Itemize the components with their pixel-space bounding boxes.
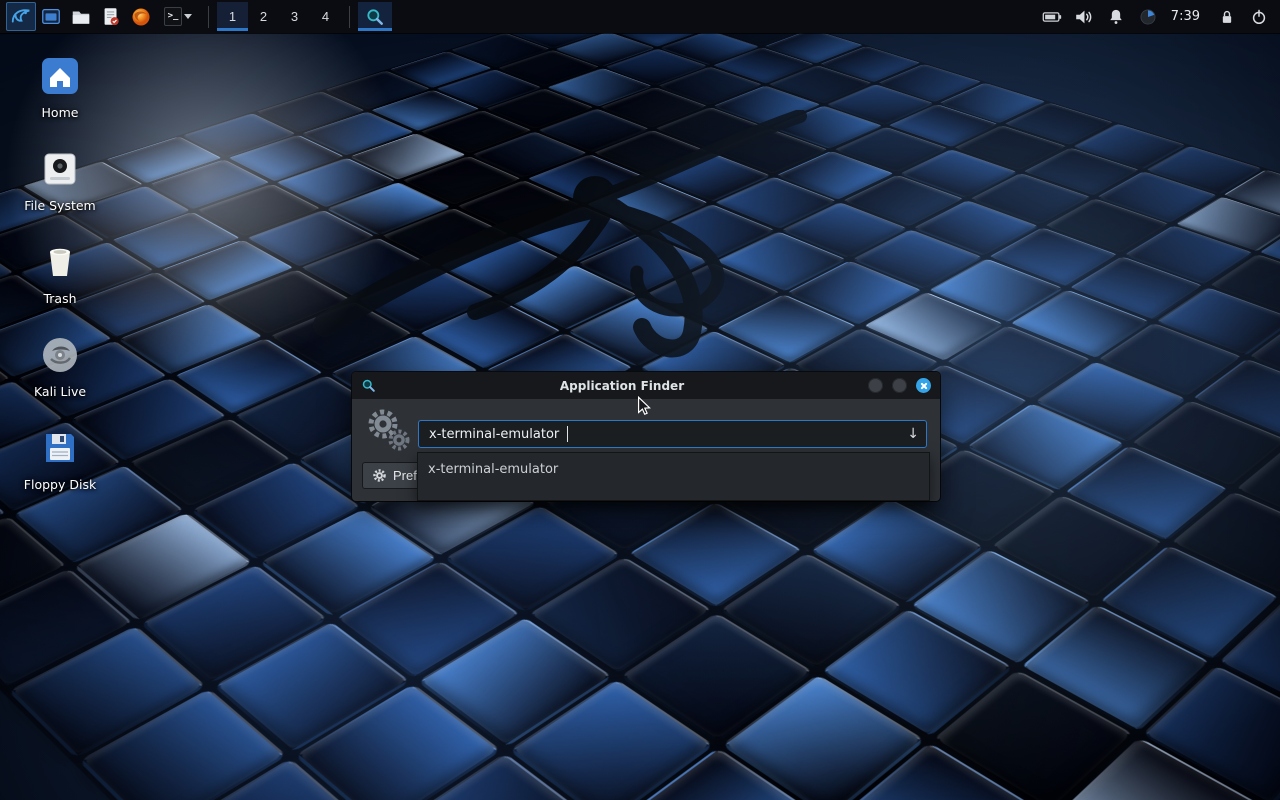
window-title: Application Finder	[382, 379, 862, 393]
window-launcher[interactable]	[36, 2, 66, 31]
chevron-down-icon	[184, 14, 192, 19]
firefox-icon	[130, 6, 152, 28]
power-icon	[1249, 7, 1269, 27]
desktop-icon-file-system[interactable]: File System	[10, 147, 110, 213]
dropdown-arrow-icon[interactable]: ↓	[907, 426, 919, 442]
battery-indicator[interactable]	[1037, 2, 1067, 31]
status-tray-icon[interactable]	[1133, 2, 1163, 31]
home-icon	[38, 54, 82, 98]
drive-icon	[38, 147, 82, 191]
desktop-icon-label: Trash	[43, 291, 76, 306]
firefox-launcher[interactable]	[126, 2, 156, 31]
kali-logo-icon	[10, 6, 32, 28]
desktop-icon-label: Kali Live	[34, 384, 86, 399]
close-button[interactable]	[916, 378, 931, 393]
battery-icon	[1041, 6, 1063, 28]
panel-separator	[208, 6, 209, 28]
notifications-indicator[interactable]	[1101, 2, 1131, 31]
mouse-cursor	[634, 395, 656, 417]
desktop-icon-label: Home	[42, 105, 79, 120]
clock[interactable]: 7:39	[1165, 9, 1210, 24]
workspace-1[interactable]: 1	[217, 2, 248, 31]
desktop-icon-label: File System	[24, 198, 96, 213]
kali-menu-button[interactable]	[6, 2, 36, 31]
volume-control[interactable]	[1069, 2, 1099, 31]
disc-icon	[38, 333, 82, 377]
workspace-2[interactable]: 2	[248, 2, 279, 31]
desktop-icon-label: Floppy Disk	[24, 477, 96, 492]
logout-button[interactable]	[1244, 2, 1274, 31]
taskbar-application-finder[interactable]	[358, 2, 392, 31]
panel-separator	[349, 6, 350, 28]
terminal-icon: >_	[164, 7, 183, 26]
preferences-gears-icon	[365, 407, 411, 453]
workspace-4[interactable]: 4	[310, 2, 341, 31]
lock-screen-button[interactable]	[1212, 2, 1242, 31]
speaker-icon	[1073, 6, 1095, 28]
file-manager-launcher[interactable]	[66, 2, 96, 31]
application-finder-window: Application Finder x-terminal-emulator ↓…	[352, 372, 940, 501]
search-combo: x-terminal-emulator ↓	[418, 420, 927, 448]
folder-icon	[70, 6, 92, 28]
terminal-launcher[interactable]: >_	[156, 2, 200, 31]
desktop-icon-trash[interactable]: Trash	[10, 240, 110, 306]
window-icon	[40, 6, 62, 28]
completion-dropdown: x-terminal-emulator	[417, 452, 930, 501]
workspace-3[interactable]: 3	[279, 2, 310, 31]
trash-icon	[38, 240, 82, 284]
window-controls	[868, 378, 931, 393]
text-caret	[567, 426, 568, 442]
maximize-button[interactable]	[892, 378, 907, 393]
desktop-icon-home[interactable]: Home	[10, 54, 110, 120]
panel-status-area: 7:39	[1037, 2, 1274, 31]
kali-dragon-wallpaper	[270, 110, 850, 390]
gear-icon	[372, 468, 387, 483]
magnifier-icon	[365, 7, 385, 27]
search-input[interactable]: x-terminal-emulator	[429, 427, 559, 442]
desktop-icon-floppy-disk[interactable]: Floppy Disk	[10, 426, 110, 492]
floppy-icon	[38, 426, 82, 470]
desktop-icon-kali-live[interactable]: Kali Live	[10, 333, 110, 399]
application-finder-icon	[361, 378, 376, 393]
disk-status-icon	[1138, 7, 1158, 27]
minimize-button[interactable]	[868, 378, 883, 393]
desktop-icon-column: Home File System Trash Kali Live	[10, 54, 110, 492]
document-icon	[100, 6, 122, 28]
dropdown-item[interactable]: x-terminal-emulator	[422, 458, 925, 481]
text-editor-launcher[interactable]	[96, 2, 126, 31]
bell-icon	[1106, 7, 1126, 27]
top-panel: >_ 1 2 3 4	[0, 0, 1280, 33]
lock-icon	[1217, 7, 1237, 27]
